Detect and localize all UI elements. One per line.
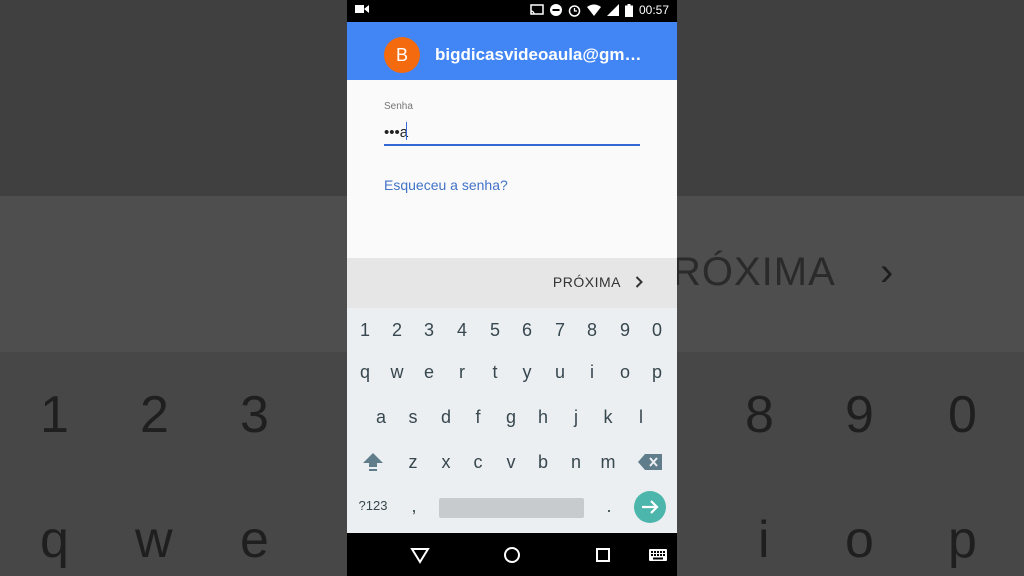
key-t[interactable]: t [480, 352, 510, 392]
key-d[interactable]: d [431, 397, 461, 437]
key-y[interactable]: y [512, 352, 542, 392]
login-form: Senha Esqueceu a senha? [347, 80, 677, 258]
do-not-disturb-icon [549, 4, 562, 16]
key-0[interactable]: 0 [642, 310, 672, 350]
key-2[interactable]: 2 [382, 310, 412, 350]
symbols-key[interactable]: ?123 [355, 486, 391, 526]
account-email: bigdicasvideoaula@gm… [435, 45, 642, 64]
key-j[interactable]: j [561, 397, 591, 437]
wifi-icon [586, 4, 601, 16]
keyboard-row-2: a s d f g h j k l [347, 397, 677, 437]
enter-key[interactable] [634, 491, 666, 523]
keyboard-number-row: 1 2 3 4 5 6 7 8 9 0 [347, 310, 677, 350]
key-c[interactable]: c [463, 442, 493, 482]
avatar: B [384, 37, 420, 73]
status-bar: 00:57 [347, 0, 677, 22]
background-number: 3 [240, 386, 269, 444]
chevron-right-icon [635, 276, 643, 288]
signal-icon [606, 4, 619, 16]
space-bar[interactable] [439, 498, 584, 518]
key-l[interactable]: l [626, 397, 656, 437]
keyboard: 1 2 3 4 5 6 7 8 9 0 q w e r t y u i o p … [347, 308, 677, 533]
key-n[interactable]: n [561, 442, 591, 482]
key-r[interactable]: r [447, 352, 477, 392]
keyboard-row-1: q w e r t y u i o p [347, 352, 677, 392]
period-key[interactable]: . [594, 486, 624, 526]
background-number: 2 [140, 386, 169, 444]
key-f[interactable]: f [463, 397, 493, 437]
background-number: 1 [40, 386, 69, 444]
keyboard-switch-icon[interactable] [649, 545, 667, 565]
background-letter: p [948, 511, 977, 569]
back-icon[interactable] [410, 545, 430, 565]
key-7[interactable]: 7 [545, 310, 575, 350]
key-z[interactable]: z [398, 442, 428, 482]
keyboard-bottom-row: ?123 , . [347, 486, 677, 526]
key-5[interactable]: 5 [480, 310, 510, 350]
key-s[interactable]: s [398, 397, 428, 437]
key-k[interactable]: k [593, 397, 623, 437]
navigation-bar [347, 533, 677, 576]
key-8[interactable]: 8 [577, 310, 607, 350]
password-label: Senha [384, 101, 413, 112]
background-number: 0 [948, 386, 977, 444]
keyboard-row-3: z x c v b n m [347, 442, 677, 482]
key-v[interactable]: v [496, 442, 526, 482]
key-e[interactable]: e [414, 352, 444, 392]
recents-icon[interactable] [593, 545, 613, 565]
text-cursor [406, 122, 407, 140]
next-bar: PRÓXIMA [347, 258, 677, 308]
background-letter: i [758, 511, 770, 569]
key-b[interactable]: b [528, 442, 558, 482]
alarm-icon [568, 4, 581, 17]
background-letter: e [240, 511, 269, 569]
home-icon[interactable] [502, 545, 522, 565]
shift-icon [363, 453, 383, 471]
background-letter: w [135, 511, 173, 569]
key-6[interactable]: 6 [512, 310, 542, 350]
battery-icon [624, 3, 633, 17]
key-w[interactable]: w [382, 352, 412, 392]
key-g[interactable]: g [496, 397, 526, 437]
password-input[interactable] [384, 120, 640, 146]
phone-screen: 00:57 B bigdicasvideoaula@gm… Senha Esqu… [347, 0, 677, 576]
key-i[interactable]: i [577, 352, 607, 392]
shift-key[interactable] [358, 442, 388, 482]
background-number: 9 [845, 386, 874, 444]
backspace-key[interactable] [635, 442, 665, 482]
background-letter: o [845, 511, 874, 569]
cast-icon [530, 4, 544, 15]
arrow-right-icon [642, 500, 659, 514]
key-o[interactable]: o [610, 352, 640, 392]
clock: 00:57 [638, 3, 669, 17]
account-header: B bigdicasvideoaula@gm… [347, 22, 677, 80]
key-x[interactable]: x [431, 442, 461, 482]
background-next-label: RÓXIMA [672, 250, 836, 294]
key-3[interactable]: 3 [414, 310, 444, 350]
key-4[interactable]: 4 [447, 310, 477, 350]
key-a[interactable]: a [366, 397, 396, 437]
forgot-password-link[interactable]: Esqueceu a senha? [384, 177, 508, 193]
key-m[interactable]: m [593, 442, 623, 482]
background-letter: q [40, 511, 69, 569]
key-h[interactable]: h [528, 397, 558, 437]
key-u[interactable]: u [545, 352, 575, 392]
backspace-icon [638, 454, 662, 470]
comma-key[interactable]: , [399, 486, 429, 526]
key-p[interactable]: p [642, 352, 672, 392]
background-chevron-icon: › [880, 250, 894, 294]
next-button[interactable]: PRÓXIMA [553, 274, 643, 290]
background-number: 8 [745, 386, 774, 444]
key-1[interactable]: 1 [350, 310, 380, 350]
video-camera-icon [355, 5, 369, 13]
key-q[interactable]: q [350, 352, 380, 392]
key-9[interactable]: 9 [610, 310, 640, 350]
next-button-label: PRÓXIMA [552, 274, 621, 290]
